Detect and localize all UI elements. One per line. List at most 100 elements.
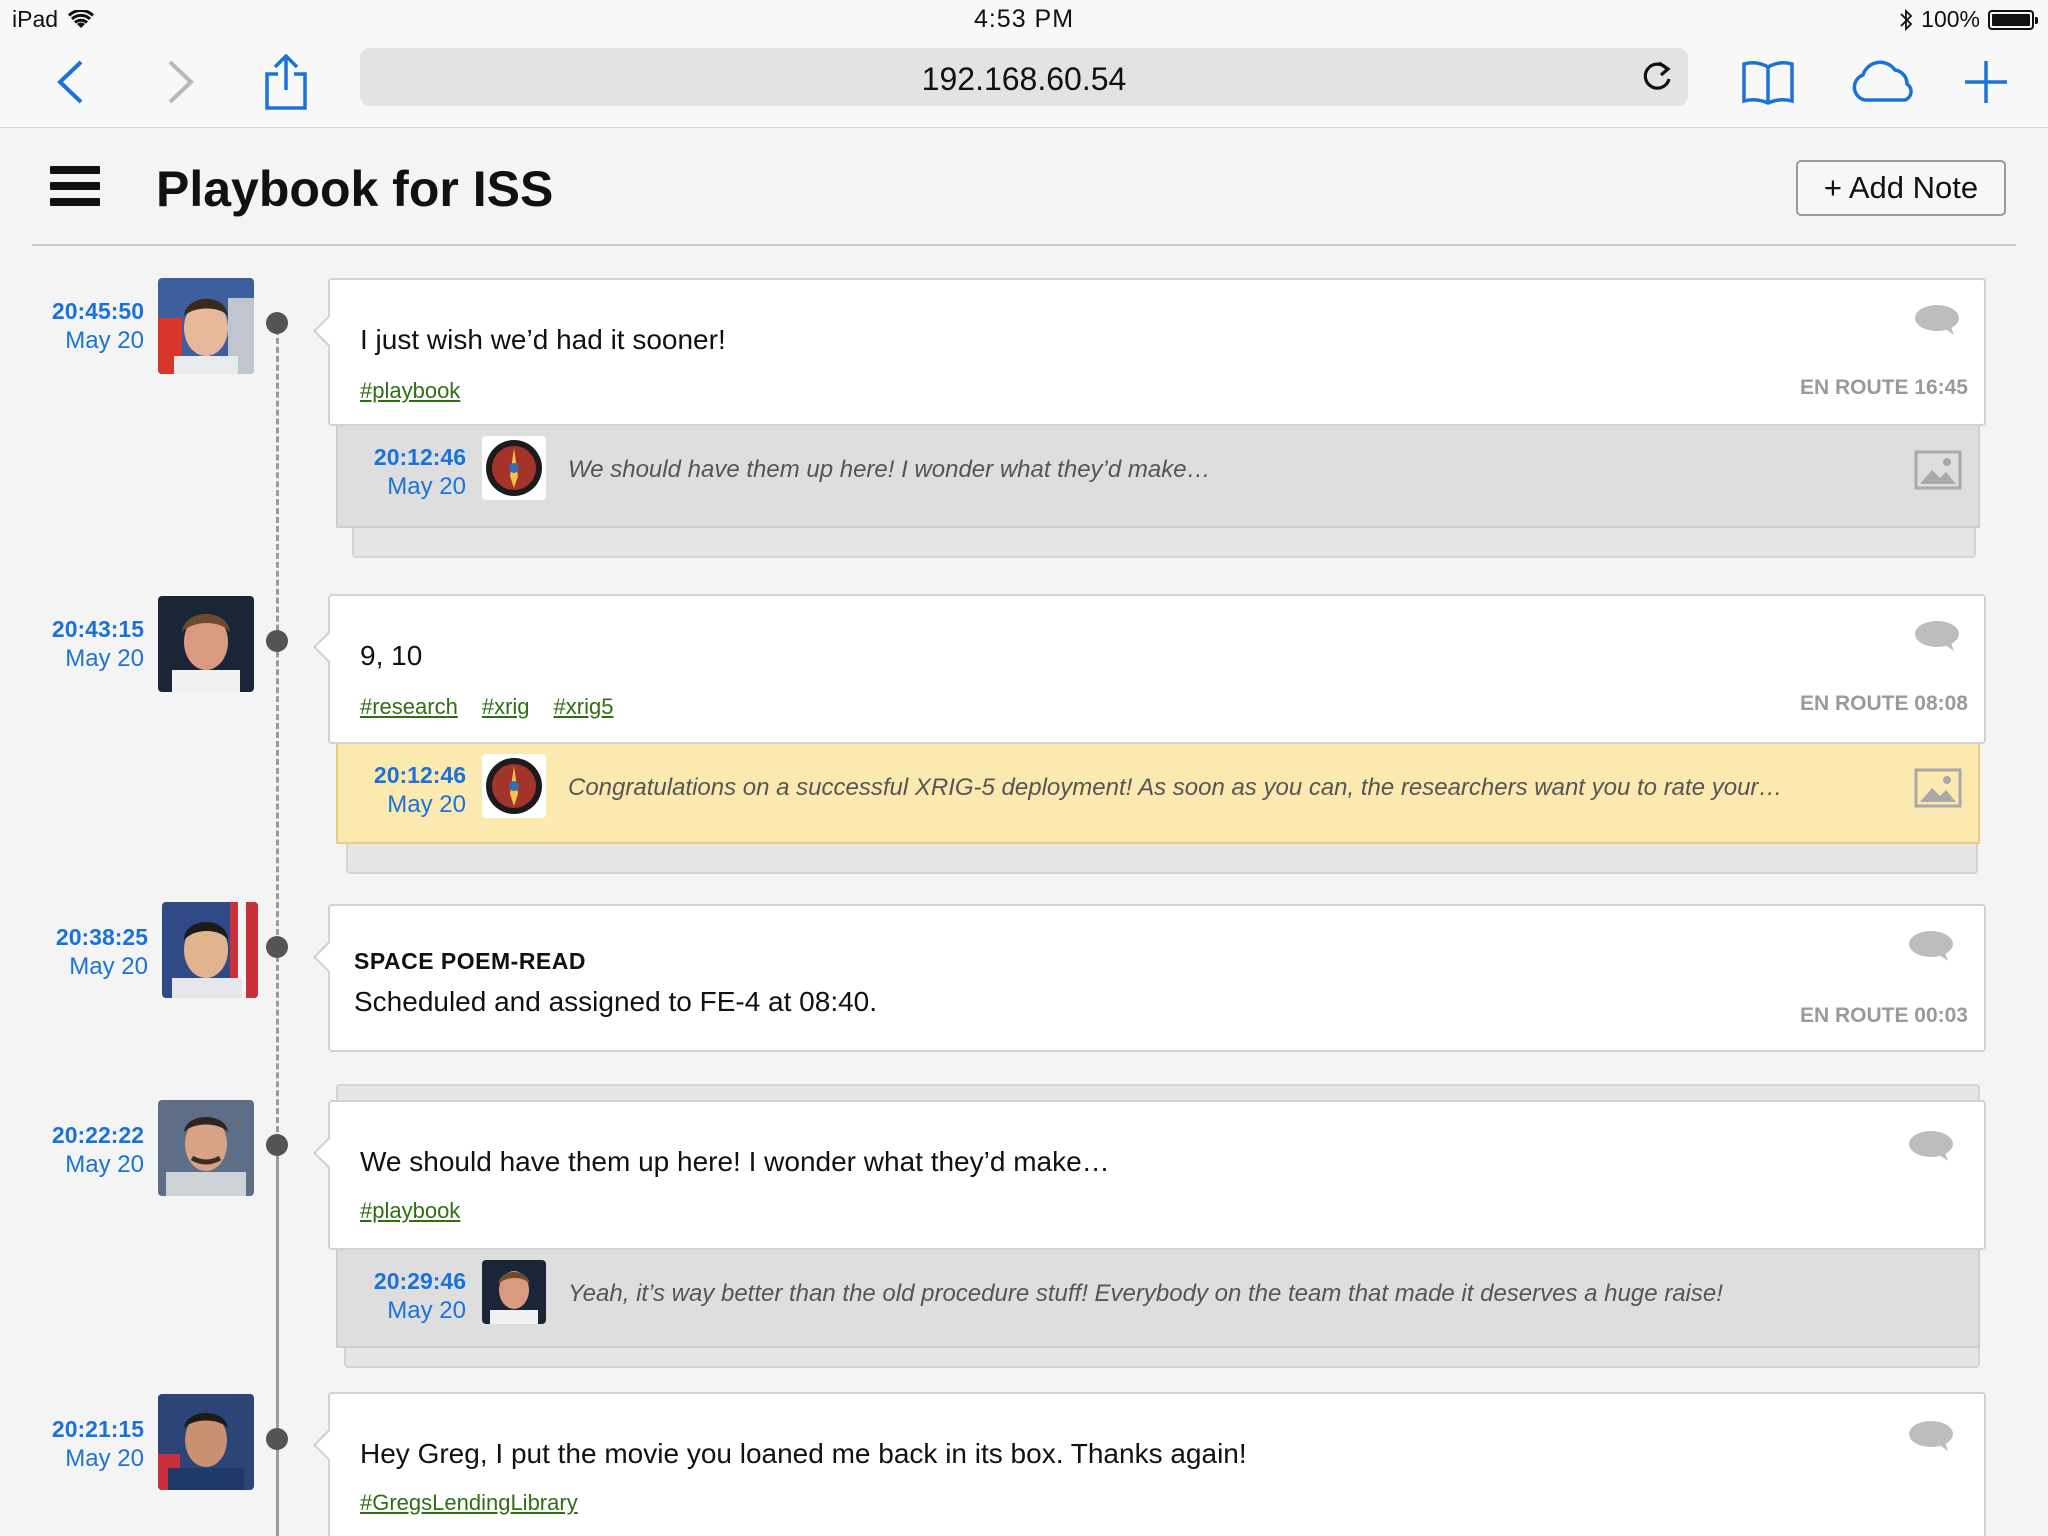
tag-link[interactable]: #playbook — [360, 378, 460, 404]
entry-date: May 20 — [65, 1151, 144, 1178]
reply-card[interactable]: 20:29:46 May 20 Yeah, it’s way better th… — [336, 1248, 1980, 1348]
astronaut-portrait-icon — [158, 1100, 254, 1196]
timeline-dot — [266, 1428, 288, 1450]
reply-time: 20:12:46 — [373, 762, 466, 788]
entry-date: May 20 — [65, 327, 144, 354]
reply-text: Yeah, it’s way better than the old proce… — [568, 1280, 1723, 1307]
new-tab-button[interactable] — [1954, 50, 2018, 114]
forward-button[interactable] — [148, 50, 212, 114]
reply-time: 20:29:46 — [373, 1268, 466, 1294]
tag-list: #research #xrig #xrig5 — [360, 694, 613, 720]
tag-link[interactable]: #GregsLendingLibrary — [360, 1490, 578, 1516]
bookmarks-icon — [1742, 61, 1794, 105]
icloud-tabs-button[interactable] — [1846, 50, 1922, 114]
bluetooth-icon — [1900, 8, 1913, 31]
page: iPad 4:53 PM 100% 192.168.60.54 Playbook… — [0, 0, 2048, 1536]
tag-list: #GregsLendingLibrary — [360, 1490, 578, 1516]
app-header: Playbook for ISS + Add Note — [32, 128, 2016, 246]
avatar[interactable] — [162, 902, 258, 998]
image-icon[interactable] — [1914, 450, 1962, 490]
timeline-dot — [266, 630, 288, 652]
entry-time: 20:45:50 — [51, 298, 144, 324]
avatar[interactable] — [158, 596, 254, 692]
entry-timestamp: 20:43:15 May 20 — [14, 616, 144, 673]
note-message: 9, 10 — [360, 640, 423, 671]
reply-timestamp: 20:12:46 May 20 — [352, 444, 466, 501]
astronaut-portrait-icon — [482, 1260, 546, 1324]
battery-icon — [1988, 9, 2038, 30]
reload-icon[interactable] — [1640, 60, 1674, 94]
note-message: Hey Greg, I put the movie you loaned me … — [360, 1438, 1247, 1469]
reply-text: We should have them up here! I wonder wh… — [568, 456, 1211, 483]
mission-patch-icon — [486, 440, 542, 496]
tag-link[interactable]: #xrig — [482, 694, 530, 720]
note-card[interactable]: Hey Greg, I put the movie you loaned me … — [313, 1392, 1986, 1536]
flight-operations-badge[interactable] — [482, 754, 546, 818]
reply-date: May 20 — [387, 1297, 466, 1324]
entry-time: 20:21:15 — [51, 1416, 144, 1442]
timeline-dot — [266, 1134, 288, 1156]
note-message: We should have them up here! I wonder wh… — [360, 1146, 1110, 1177]
note-card[interactable]: I just wish we’d had it sooner! #playboo… — [313, 278, 1986, 426]
comment-icon[interactable] — [1914, 620, 1960, 652]
reply-date: May 20 — [387, 473, 466, 500]
avatar[interactable] — [158, 278, 254, 374]
entry-date: May 20 — [65, 645, 144, 672]
entry-timestamp: 20:38:25 May 20 — [18, 924, 148, 981]
comment-icon[interactable] — [1914, 304, 1960, 336]
share-button[interactable] — [254, 50, 318, 114]
tag-link[interactable]: #xrig5 — [554, 694, 614, 720]
comment-icon[interactable] — [1908, 1130, 1954, 1162]
note-message: I just wish we’d had it sooner! — [360, 324, 726, 355]
back-button[interactable] — [38, 50, 102, 114]
note-card[interactable]: 9, 10 #research #xrig #xrig5 EN ROUTE 08… — [313, 594, 1986, 744]
timeline-line-solid — [276, 1140, 279, 1536]
flight-operations-badge[interactable] — [482, 436, 546, 500]
tag-list: #playbook — [360, 1198, 460, 1224]
reply-avatar[interactable] — [482, 1260, 546, 1324]
tag-link[interactable]: #research — [360, 694, 458, 720]
entry-date: May 20 — [69, 953, 148, 980]
reply-time: 20:12:46 — [373, 444, 466, 470]
entry-time: 20:43:15 — [51, 616, 144, 642]
comment-icon[interactable] — [1908, 930, 1954, 962]
browser-toolbar: 192.168.60.54 — [0, 40, 2048, 128]
status-time: 4:53 PM — [973, 5, 1075, 33]
menu-icon[interactable] — [50, 166, 100, 206]
icloud-tabs-icon — [1852, 60, 1913, 102]
bookmarks-button[interactable] — [1736, 50, 1800, 114]
note-card[interactable]: SPACE POEM-READ Scheduled and assigned t… — [313, 904, 1986, 1052]
astronaut-portrait-icon — [158, 1394, 254, 1490]
timeline-line-dashed — [276, 320, 279, 1150]
battery-percent: 100% — [1921, 6, 1980, 32]
forward-icon — [168, 60, 194, 104]
astronaut-portrait-icon — [162, 902, 258, 998]
astronaut-portrait-icon — [158, 596, 254, 692]
status-bar: iPad 4:53 PM 100% — [0, 0, 2048, 40]
address-bar[interactable]: 192.168.60.54 — [360, 48, 1688, 106]
entry-timestamp: 20:21:15 May 20 — [14, 1416, 144, 1473]
comment-icon[interactable] — [1908, 1420, 1954, 1452]
new-tab-icon — [1965, 61, 2007, 103]
astronaut-portrait-icon — [158, 278, 254, 374]
timeline-dot — [266, 936, 288, 958]
status-label: EN ROUTE 08:08 — [1799, 692, 1968, 715]
note-card[interactable]: We should have them up here! I wonder wh… — [313, 1100, 1986, 1250]
avatar[interactable] — [158, 1394, 254, 1490]
mission-patch-icon — [486, 758, 542, 814]
entry-timestamp: 20:45:50 May 20 — [14, 298, 144, 355]
back-icon — [57, 60, 83, 104]
reply-card[interactable]: 20:12:46 May 20 We should have them up h… — [336, 424, 1980, 528]
entry-time: 20:22:22 — [51, 1122, 144, 1148]
reply-timestamp: 20:29:46 May 20 — [352, 1268, 466, 1325]
note-message: Scheduled and assigned to FE-4 at 08:40. — [354, 986, 878, 1017]
entry-timestamp: 20:22:22 May 20 — [14, 1122, 144, 1179]
reply-card[interactable]: 20:12:46 May 20 Congratulations on a suc… — [336, 742, 1980, 844]
reply-date: May 20 — [387, 791, 466, 818]
add-note-button[interactable]: + Add Note — [1796, 160, 2006, 216]
entry-time: 20:38:25 — [55, 924, 148, 950]
tag-link[interactable]: #playbook — [360, 1198, 460, 1224]
avatar[interactable] — [158, 1100, 254, 1196]
reply-text: Congratulations on a successful XRIG-5 d… — [568, 774, 1783, 801]
image-icon[interactable] — [1914, 768, 1962, 808]
